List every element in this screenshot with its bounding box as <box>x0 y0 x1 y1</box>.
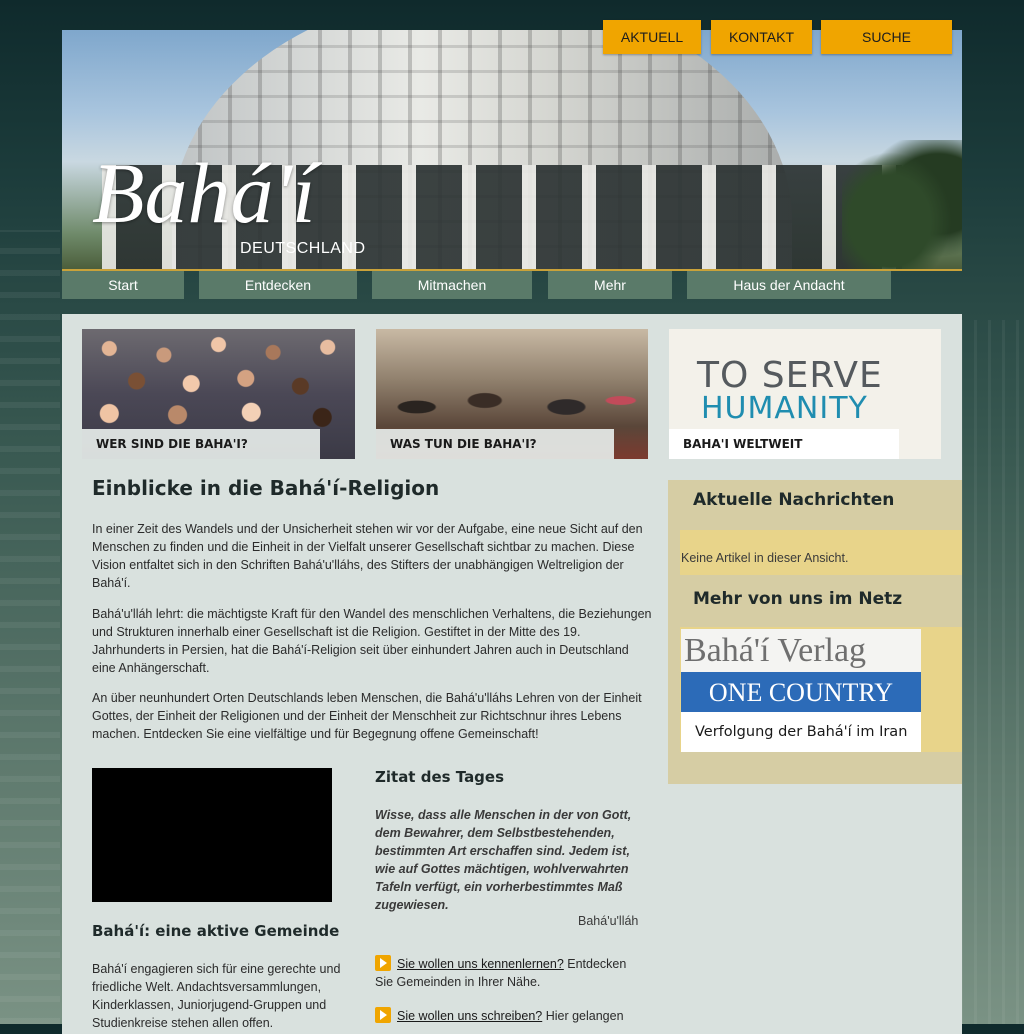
kennenlernen-link[interactable]: Sie wollen uns kennenlernen? <box>397 957 564 971</box>
header-banner: Bahá'í DEUTSCHLAND <box>62 30 962 270</box>
arrow-icon <box>375 1007 391 1023</box>
link-row-kennenlernen: Sie wollen uns kennenlernen? Entdecken S… <box>375 955 645 991</box>
link-description: Hier gelangen <box>542 1009 624 1023</box>
no-articles-text: Keine Artikel in dieser Ansicht. <box>681 551 849 565</box>
nav-mitmachen[interactable]: Mitmachen <box>372 271 532 299</box>
news-heading: Aktuelle Nachrichten <box>693 490 895 510</box>
teaser-weltweit[interactable]: TO SERVE HUMANITY BAHA'I WELTWEIT <box>669 329 941 459</box>
page-title: Einblicke in die Bahá'í-Religion <box>92 476 440 500</box>
nav-haus-der-andacht[interactable]: Haus der Andacht <box>687 271 891 299</box>
suche-button[interactable]: SUCHE <box>821 20 952 54</box>
trees-image <box>842 140 962 270</box>
teaser-was-tun[interactable]: WAS TUN DIE BAHA'I? <box>376 329 648 459</box>
iran-persecution-banner[interactable]: Verfolgung der Bahá'í im Iran <box>681 712 921 752</box>
serve-line-2: HUMANITY <box>701 391 868 426</box>
serve-line-1: TO SERVE <box>697 355 883 396</box>
community-title: Bahá'í: eine aktive Gemeinde <box>92 922 340 940</box>
nav-entdecken[interactable]: Entdecken <box>199 271 357 299</box>
background-ornament-left <box>0 230 60 1024</box>
video-player[interactable] <box>92 768 332 902</box>
quote-title: Zitat des Tages <box>375 768 505 786</box>
kontakt-button[interactable]: KONTAKT <box>711 20 812 54</box>
site-logo[interactable]: Bahá'í <box>92 150 316 236</box>
schreiben-link[interactable]: Sie wollen uns schreiben? <box>397 1009 542 1023</box>
teaser-caption: BAHA'I WELTWEIT <box>669 429 899 459</box>
background-ornament-right <box>960 320 1024 1024</box>
teaser-caption: WAS TUN DIE BAHA'I? <box>376 429 614 459</box>
one-country-banner[interactable]: ONE COUNTRY <box>681 672 921 712</box>
community-text: Bahá'í engagieren sich für eine gerechte… <box>92 962 341 1030</box>
nav-mehr[interactable]: Mehr <box>548 271 672 299</box>
arrow-icon <box>375 955 391 971</box>
intro-paragraph-1: In einer Zeit des Wandels und der Unsich… <box>92 522 643 590</box>
bahai-verlag-banner[interactable]: Bahá'í Verlag <box>681 629 921 672</box>
teaser-wer-sind[interactable]: WER SIND DIE BAHA'I? <box>82 329 355 459</box>
site-logo-subtitle: DEUTSCHLAND <box>240 240 366 257</box>
teaser-caption: WER SIND DIE BAHA'I? <box>82 429 320 459</box>
intro-paragraph-2: Bahá'u'lláh lehrt: die mächtigste Kraft … <box>92 607 652 675</box>
nav-start[interactable]: Start <box>62 271 184 299</box>
quote-text: Wisse, dass alle Menschen in der von Got… <box>375 808 632 912</box>
quote-author: Bahá'u'lláh <box>578 914 639 928</box>
link-row-schreiben: Sie wollen uns schreiben? Hier gelangen <box>375 1007 645 1025</box>
aktuell-button[interactable]: AKTUELL <box>603 20 701 54</box>
more-heading: Mehr von uns im Netz <box>693 589 903 609</box>
intro-paragraph-3: An über neunhundert Orten Deutschlands l… <box>92 691 642 741</box>
